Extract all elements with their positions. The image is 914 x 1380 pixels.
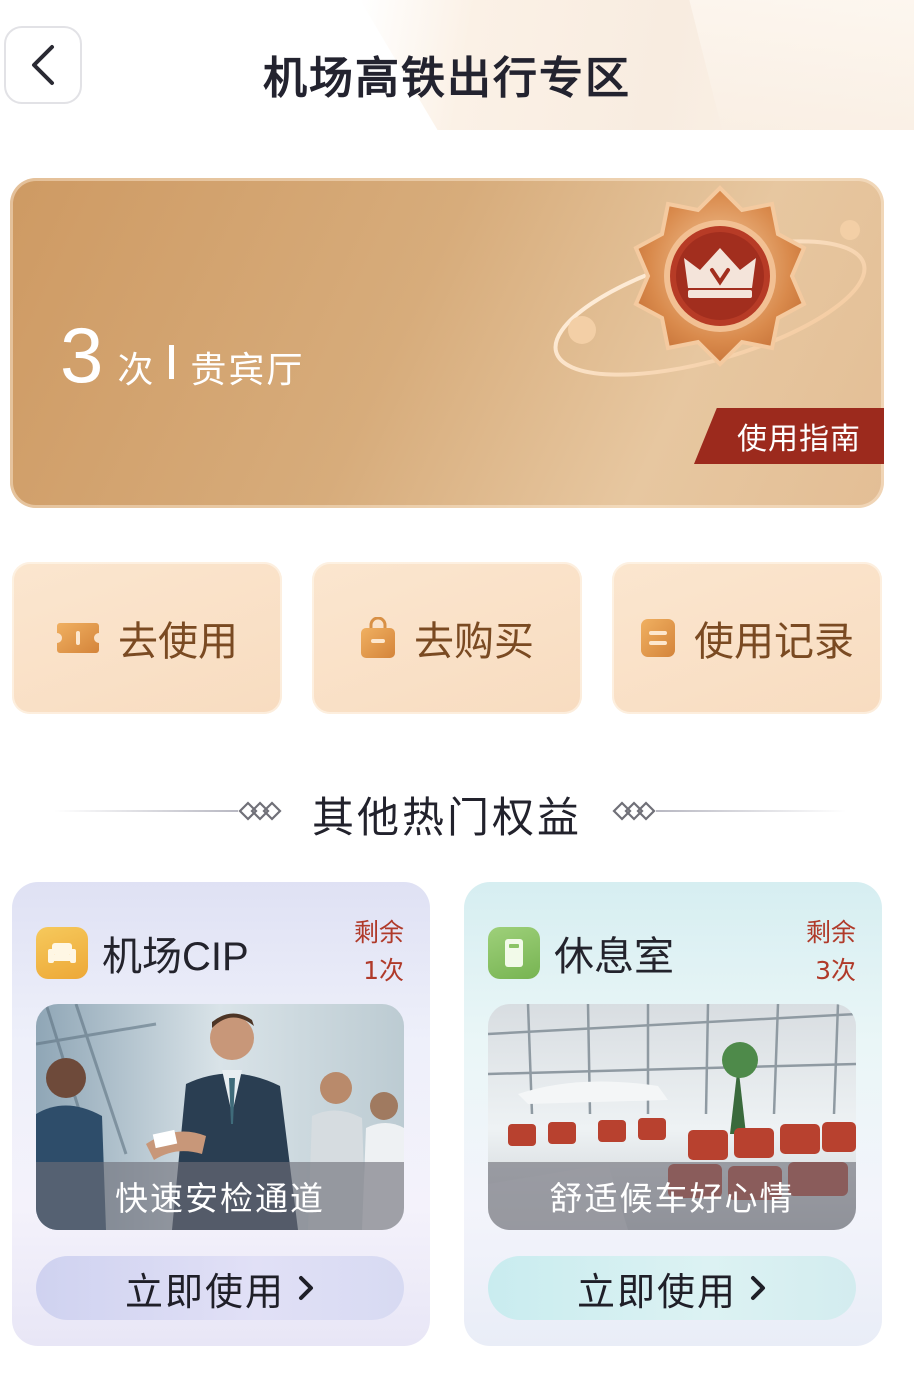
page-title: 机场高铁出行专区 [263, 53, 631, 104]
benefit-caption: 舒适候车好心情 [488, 1162, 856, 1230]
quota-type: 贵宾厅 [190, 350, 305, 391]
section-title-wrap: 其他热门权益 [0, 784, 914, 845]
usage-record-label: 使用记录 [694, 619, 854, 665]
card-header: 休息室 [488, 924, 674, 982]
usage-guide-button[interactable]: 使用指南 [694, 408, 884, 464]
benefit-photo: 舒适候车好心情 [488, 1004, 856, 1230]
remaining-value: 1次 [363, 956, 404, 985]
go-use-label: 去使用 [118, 619, 238, 665]
card-header: 机场CIP [36, 924, 249, 982]
quota-count: 3 次 贵宾厅 [60, 310, 304, 401]
door-icon [488, 927, 540, 979]
go-buy-label: 去购买 [414, 619, 534, 665]
benefit-title: 机场CIP [102, 935, 249, 979]
benefit-card-cip[interactable]: 机场CIP 剩余 1次 快速安检通道 立即使用 [12, 882, 430, 1346]
use-now-label: 立即使用 [124, 1269, 285, 1314]
remaining-count: 剩余 1次 [354, 914, 404, 990]
benefit-photo: 快速安检通道 [36, 1004, 404, 1230]
quota-number: 3 [60, 311, 104, 399]
remaining-count: 剩余 3次 [806, 914, 856, 990]
quota-unit: 次 [117, 350, 154, 391]
go-use-button[interactable]: 去使用 [12, 562, 282, 714]
use-now-button[interactable]: 立即使用 [488, 1256, 856, 1320]
ornament-icon [612, 801, 656, 821]
ticket-icon [56, 621, 100, 655]
lounge-quota-card: 3 次 贵宾厅 使用指南 [10, 178, 884, 508]
record-icon [640, 617, 676, 659]
section-divider-right [656, 810, 846, 812]
benefit-title: 休息室 [554, 935, 674, 979]
benefit-card-lounge[interactable]: 休息室 剩余 3次 舒适候车好心情 立即使用 [464, 882, 882, 1346]
benefit-caption: 快速安检通道 [36, 1162, 404, 1230]
page-title-wrap: 机场高铁出行专区 [0, 42, 914, 106]
sofa-icon [36, 927, 88, 979]
chevron-right-icon [749, 1274, 767, 1302]
remaining-value: 3次 [815, 956, 856, 985]
use-now-label: 立即使用 [576, 1269, 737, 1314]
chevron-right-icon [297, 1274, 315, 1302]
usage-record-button[interactable]: 使用记录 [612, 562, 882, 714]
remaining-label: 剩余 [353, 918, 404, 947]
section-title: 其他热门权益 [311, 793, 582, 842]
divider [169, 344, 175, 379]
use-now-button[interactable]: 立即使用 [36, 1256, 404, 1320]
shopping-bag-icon [360, 617, 396, 659]
crown-medal-icon [553, 185, 867, 377]
remaining-label: 剩余 [805, 918, 856, 947]
go-buy-button[interactable]: 去购买 [312, 562, 582, 714]
